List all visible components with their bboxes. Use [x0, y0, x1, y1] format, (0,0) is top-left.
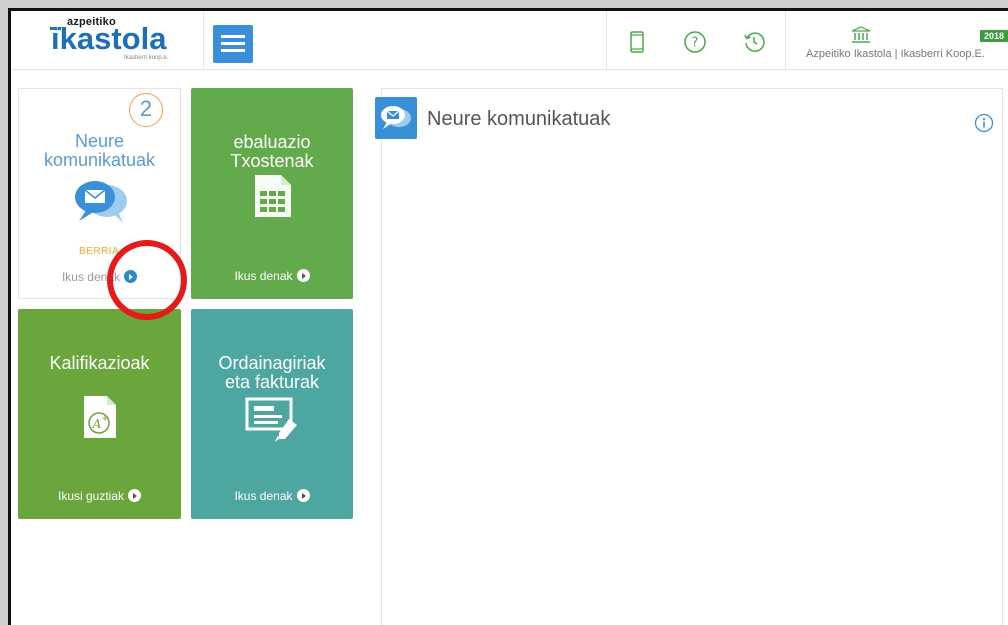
mobile-icon[interactable] — [625, 30, 649, 54]
see-all-label: Ikusi guztiak — [57, 489, 125, 503]
tile-title-line: eta fakturak — [224, 372, 320, 392]
unread-count-badge: 2 — [129, 93, 163, 127]
svg-text:+: + — [101, 414, 109, 424]
report-icon — [255, 175, 291, 217]
highlight-circle-annotation — [107, 240, 187, 320]
grade-icon: A + — [84, 396, 116, 438]
info-icon[interactable] — [974, 113, 994, 133]
tile-title: Kalifikazioak — [49, 353, 150, 373]
see-all-link[interactable]: Ikus denak — [191, 269, 353, 283]
komunikatuak-panel: Neure komunikatuak — [375, 88, 1003, 625]
tile-title-line: Ordainagiriak — [218, 353, 326, 373]
tile-title: Neure komunikatuak — [19, 132, 180, 170]
tile-title-line: Txostenak — [230, 151, 314, 171]
app-frame: azpeitiko ikastola Ikasberri koop.e. ? A… — [8, 8, 1008, 625]
see-all-link[interactable]: Ikusi guztiak — [18, 489, 181, 503]
tile-kalifikazioak[interactable]: Kalifikazioak A + Ikusi guztiak — [18, 309, 181, 519]
logo-sub-text: Ikasberri koop.e. — [124, 55, 169, 61]
year-badge: 2018 — [980, 30, 1008, 42]
panel-messages-icon — [375, 97, 417, 139]
history-icon[interactable] — [742, 30, 766, 54]
svg-text:?: ? — [692, 36, 699, 51]
tile-title-line: ebaluazio — [233, 132, 311, 152]
logo[interactable]: azpeitiko ikastola Ikasberri koop.e. — [19, 11, 204, 69]
see-all-link[interactable]: Ikus denak — [191, 489, 353, 503]
play-icon — [296, 489, 310, 502]
top-header: azpeitiko ikastola Ikasberri koop.e. ? A… — [11, 11, 1008, 70]
institution-icon — [851, 26, 871, 43]
header-divider — [606, 11, 607, 69]
invoice-icon — [245, 397, 297, 442]
see-all-label: Ikus denak — [234, 489, 293, 503]
tile-title-line: Neure — [74, 131, 125, 151]
tile-title: ebaluazio Txostenak — [191, 133, 353, 171]
messages-icon — [381, 106, 411, 129]
play-icon — [296, 269, 310, 282]
svg-text:A: A — [92, 417, 102, 431]
hamburger-icon[interactable] — [213, 25, 253, 63]
new-status-label: BERRIA — [79, 246, 120, 257]
tile-title: Ordainagiriak eta fakturak — [191, 354, 353, 392]
play-icon — [128, 489, 142, 502]
logo-main-text: ikastola — [51, 21, 167, 56]
tile-title-line: komunikatuak — [43, 150, 156, 170]
header-divider — [785, 11, 786, 69]
institution-name[interactable]: Azpeitiko Ikastola | Ikasberri Koop.E. — [806, 48, 985, 60]
see-all-label: Ikus denak — [234, 269, 293, 283]
tile-ordainagiriak[interactable]: Ordainagiriak eta fakturak Ikus denak — [191, 309, 353, 519]
help-icon[interactable]: ? — [683, 30, 707, 54]
messages-icon — [75, 181, 127, 223]
panel-title: Neure komunikatuak — [427, 108, 611, 130]
tile-ebaluazio-txostenak[interactable]: ebaluazio Txostenak Ikus denak — [191, 88, 353, 299]
